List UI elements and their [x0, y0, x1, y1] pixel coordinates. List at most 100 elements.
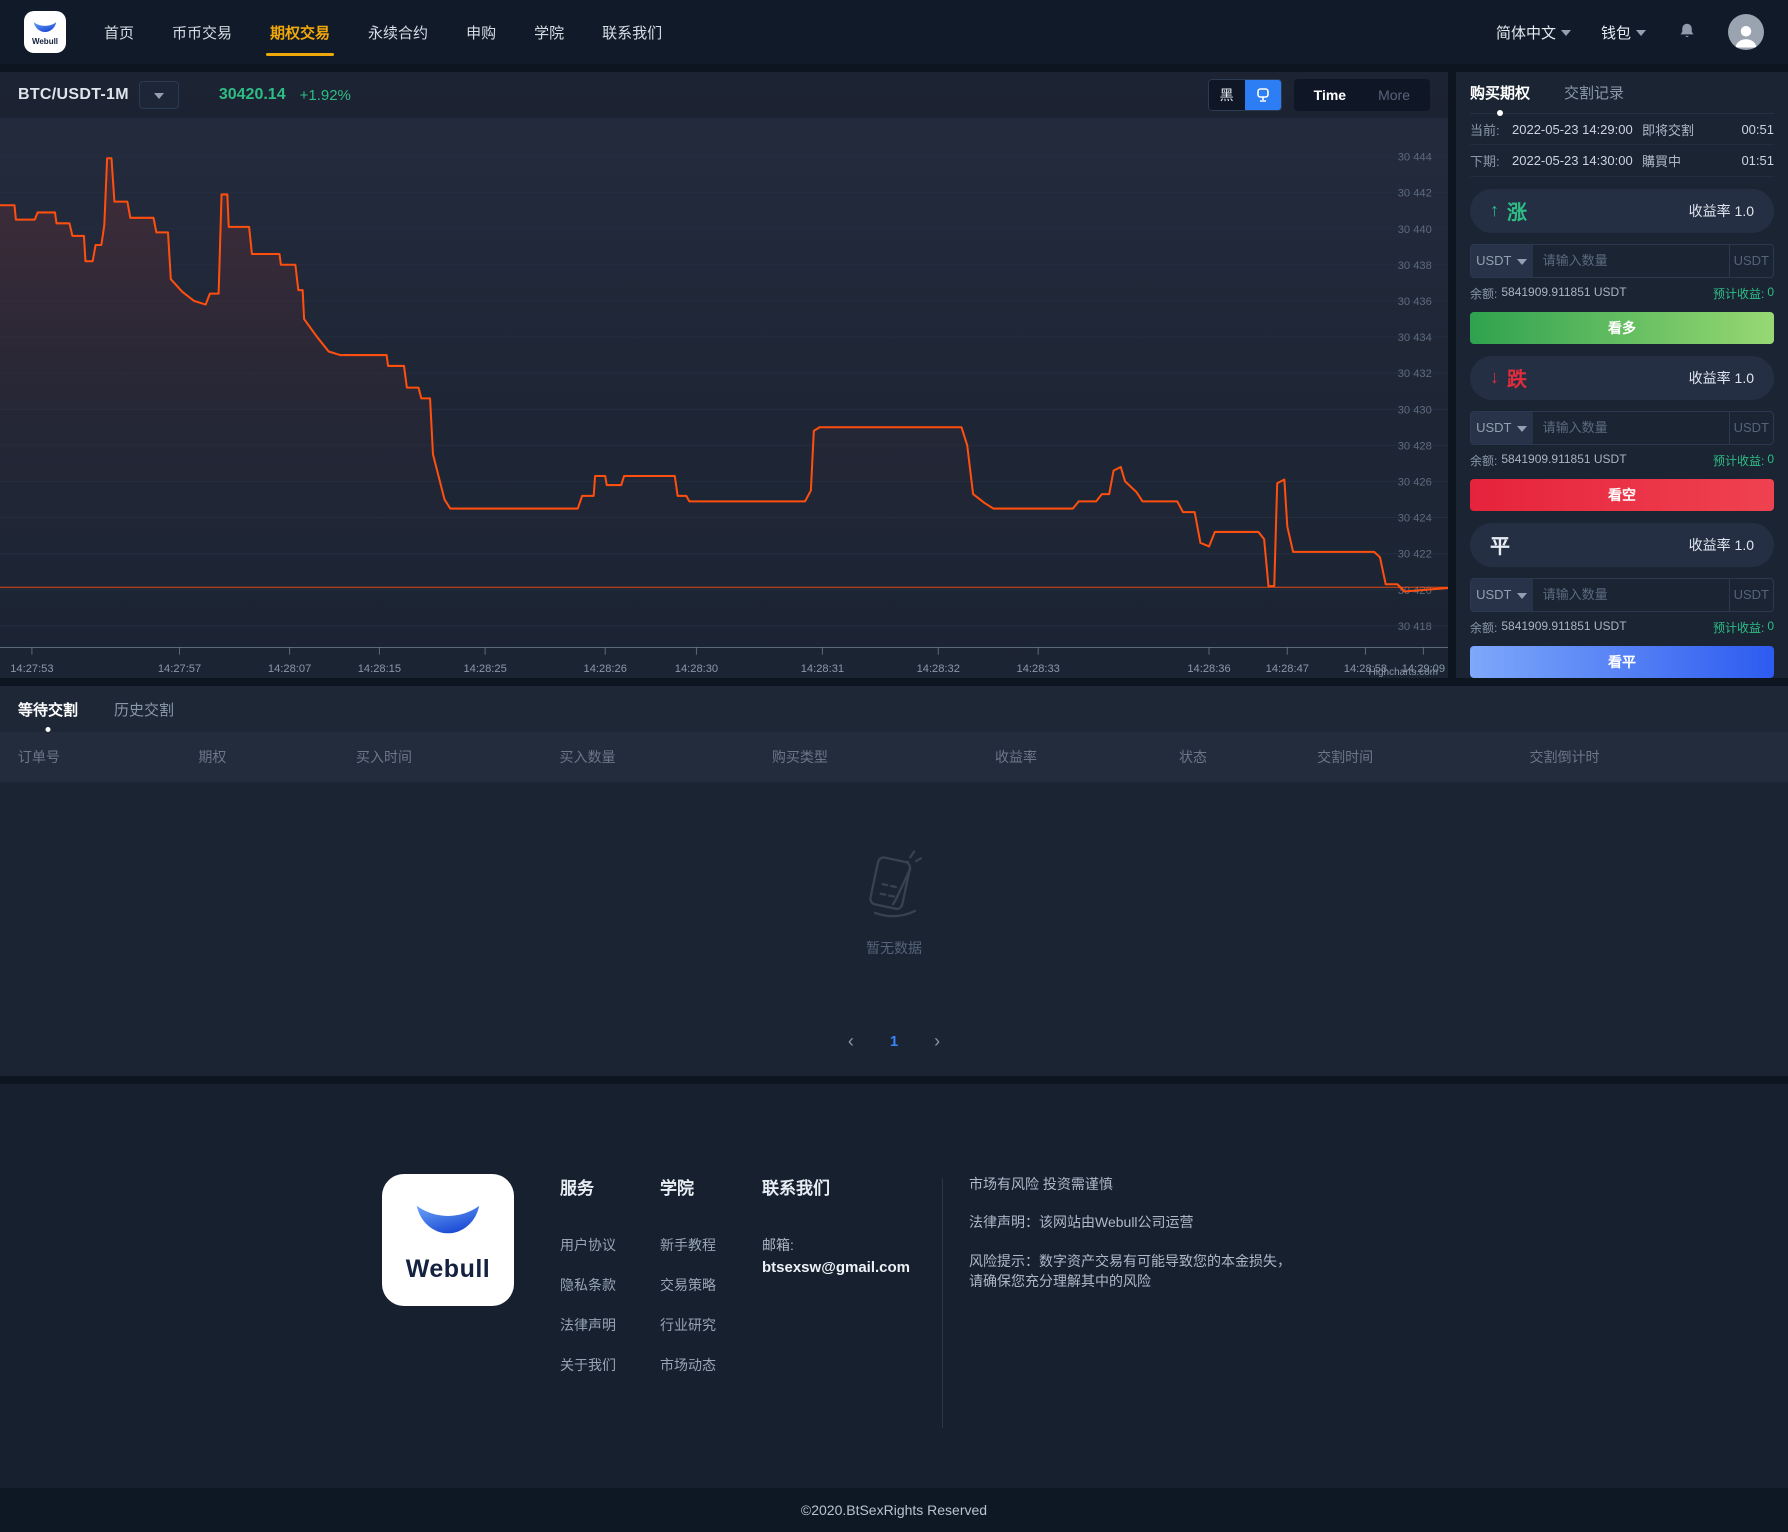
user-icon: [1735, 26, 1757, 48]
wallet-label: 钱包: [1600, 24, 1631, 42]
trade-tab-1[interactable]: 交割记录: [1564, 82, 1624, 103]
nav-item-5[interactable]: 学院: [534, 0, 564, 64]
nav-menu: 首页 币币交易 期权交易 永续合约 申购 学院 联系我们: [104, 0, 662, 64]
footer-disclaimer: 市场有风险 投资需谨慎 法律声明：该网站由Webull公司运营 风险提示：数字资…: [969, 1174, 1299, 1309]
logo-wordmark: Webull: [31, 36, 59, 46]
period-countdown: 00:51: [1741, 121, 1774, 137]
profit-label: 预计收益:: [1712, 620, 1765, 635]
disclaimer-line: 市场有风险 投资需谨慎: [969, 1176, 1113, 1192]
profit-label: 预计收益:: [1712, 286, 1765, 301]
column-header-3: 买入数量: [559, 749, 616, 765]
currency-select[interactable]: USDT: [1471, 578, 1533, 611]
svg-text:14:28:25: 14:28:25: [463, 663, 506, 675]
svg-text:14:28:47: 14:28:47: [1266, 663, 1309, 675]
bell-icon[interactable]: [1676, 20, 1698, 44]
chevron-down-icon: [1517, 258, 1528, 265]
svg-text:30 438: 30 438: [1398, 260, 1432, 272]
chevron-down-icon: [153, 93, 164, 99]
svg-text:14:28:32: 14:28:32: [917, 663, 960, 675]
svg-text:30 434: 30 434: [1398, 332, 1432, 344]
column-header-5: 收益率: [994, 749, 1037, 765]
nav-item-6[interactable]: 联系我们: [602, 0, 662, 64]
period-label: 当前:: [1470, 122, 1500, 138]
column-header-7: 交割时间: [1317, 749, 1374, 765]
buy-long-button[interactable]: 看多: [1470, 311, 1774, 344]
orders-tab-0[interactable]: 等待交割: [18, 699, 78, 720]
wallet-menu[interactable]: 钱包: [1601, 22, 1646, 43]
footer-link[interactable]: 隐私条款: [560, 1275, 616, 1295]
price-change: +1.92%: [299, 86, 351, 104]
column-header-0: 订单号: [17, 749, 60, 765]
webull-logo[interactable]: Webull: [24, 11, 66, 53]
footer-link[interactable]: 交易策略: [660, 1275, 716, 1295]
timeframe-more-button[interactable]: More: [1362, 87, 1426, 103]
price-chart: 30 444 30 442 30 440 30 438 30 436 30 434 30 4…: [0, 118, 1448, 678]
footer-link[interactable]: 新手教程: [660, 1235, 716, 1255]
prev-page-button[interactable]: ‹: [848, 1032, 854, 1050]
fall-amount-input[interactable]: [1532, 411, 1729, 444]
symbol-label: BTC/USDT-1M: [18, 86, 129, 103]
period-status: 購買中: [1642, 154, 1682, 170]
current-period-row: 当前: 2022-05-23 14:29:00 即将交割 00:51: [1470, 114, 1774, 146]
rate-value: 1.0: [1734, 202, 1754, 219]
svg-text:14:28:31: 14:28:31: [801, 663, 844, 675]
fall-title: 跌: [1507, 369, 1527, 392]
rise-amount-input[interactable]: [1532, 244, 1729, 277]
footer-link[interactable]: 行业研究: [660, 1315, 716, 1335]
orders-tab-1[interactable]: 历史交割: [114, 699, 174, 720]
language-selector[interactable]: 简体中文: [1496, 22, 1571, 43]
footer-link[interactable]: 法律声明: [560, 1315, 616, 1335]
svg-text:30 422: 30 422: [1398, 549, 1432, 561]
currency-select[interactable]: USDT: [1471, 244, 1533, 277]
rate-label: 收益率: [1688, 202, 1731, 219]
next-page-button[interactable]: ›: [934, 1032, 940, 1050]
trade-tab-0[interactable]: 购买期权: [1470, 82, 1530, 103]
balance-label: 余额:: [1470, 453, 1498, 468]
rate-value: 1.0: [1734, 536, 1754, 553]
flat-title: 平: [1490, 536, 1510, 559]
profit-value: 0: [1767, 284, 1774, 299]
empty-text: 暂无数据: [866, 940, 922, 956]
period-countdown: 01:51: [1741, 153, 1774, 169]
buy-short-button[interactable]: 看空: [1470, 478, 1774, 511]
price-chart-svg: 30 444 30 442 30 440 30 438 30 436 30 434 30 4…: [0, 152, 1448, 675]
user-avatar[interactable]: [1728, 14, 1764, 50]
svg-text:30 428: 30 428: [1398, 440, 1432, 452]
footer-webull-logo: Webull: [382, 1174, 514, 1306]
rise-title: 涨: [1507, 202, 1527, 225]
flat-section: 平 收益率 1.0 USDT USDT 余额: 5841909.911851 U…: [1470, 522, 1774, 678]
down-arrow-icon: ↓: [1490, 367, 1499, 388]
profit-value: 0: [1767, 618, 1774, 633]
timeframe-time-button[interactable]: Time: [1298, 87, 1362, 103]
logo-wordmark: Webull: [405, 1254, 491, 1283]
orders-section: 等待交割 历史交割 订单号 期权 买入时间 买入数量 购买类型 收益率 状态 交割时间 交割倒计时…: [0, 686, 1788, 1076]
trade-panel: 购买期权 交割记录 当前: 2022-05-23 14:29:00 即将交割 00…: [1456, 72, 1788, 678]
currency-select[interactable]: USDT: [1471, 411, 1533, 444]
period-status: 即将交割: [1642, 122, 1695, 138]
flat-amount-input[interactable]: [1532, 578, 1729, 611]
svg-text:30 430: 30 430: [1398, 404, 1432, 416]
footer-link[interactable]: 关于我们: [560, 1355, 616, 1375]
currency-suffix: USDT: [1728, 244, 1773, 277]
chart-style-button[interactable]: [1244, 80, 1281, 110]
page-number[interactable]: 1: [890, 1033, 898, 1050]
footer: Webull 服务 用户协议 隐私条款 法律声明 关于我们 学院 新手教程 交易策略 行业研究市…: [0, 1084, 1788, 1488]
email-value[interactable]: btsexsw@gmail.com: [762, 1259, 942, 1276]
nav-item-0[interactable]: 首页: [104, 0, 134, 64]
footer-link[interactable]: 市场动态: [660, 1355, 716, 1375]
highcharts-credit: Highcharts.com: [1368, 667, 1438, 678]
nav-item-2[interactable]: 期权交易: [266, 0, 335, 64]
nav-item-4[interactable]: 申购: [466, 0, 496, 64]
buy-flat-button[interactable]: 看平: [1470, 645, 1774, 678]
currency-suffix: USDT: [1728, 411, 1773, 444]
theme-toggle-dark[interactable]: 黑: [1208, 80, 1245, 110]
contact-title: 联系我们: [762, 1179, 830, 1198]
navbar: Webull 首页 币币交易 期权交易 永续合约 申购 学院 联系我们 简体中文 钱包: [0, 0, 1788, 64]
column-header-2: 买入时间: [355, 749, 412, 765]
nav-item-3[interactable]: 永续合约: [368, 0, 428, 64]
footer-column-title: 服务: [560, 1179, 594, 1198]
disclaimer-line: 法律声明：该网站由Webull公司运营: [969, 1214, 1194, 1231]
nav-item-1[interactable]: 币币交易: [172, 0, 232, 64]
symbol-dropdown[interactable]: [138, 81, 179, 109]
footer-link[interactable]: 用户协议: [560, 1235, 616, 1255]
